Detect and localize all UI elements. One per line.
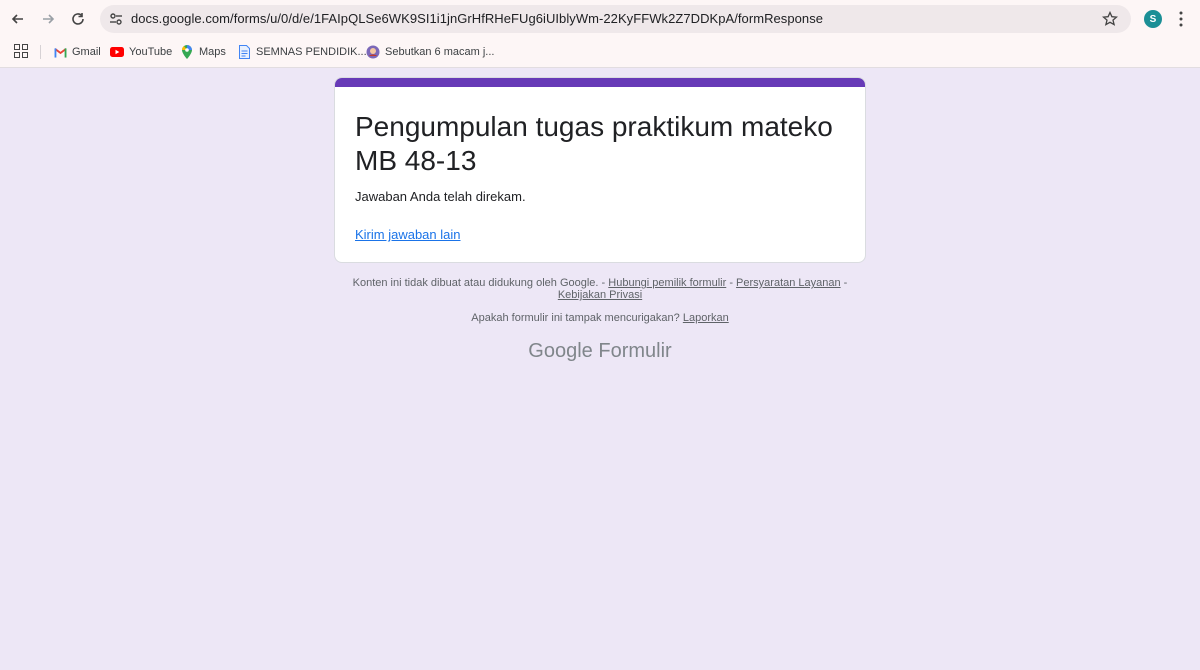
report-link[interactable]: Laporkan — [683, 312, 729, 324]
report-line: Apakah formulir ini tampak mencurigakan?… — [334, 312, 866, 324]
bookmark-semnas[interactable]: SEMNAS PENDIDIK... — [237, 42, 367, 62]
contact-owner-link[interactable]: Hubungi pemilik formulir — [608, 277, 726, 289]
reload-icon — [72, 13, 84, 25]
form-card: Pengumpulan tugas praktikum mateko MB 48… — [334, 77, 866, 263]
maps-icon — [180, 45, 194, 59]
bookmark-label: Gmail — [72, 46, 101, 58]
back-button[interactable] — [6, 7, 30, 31]
url-text[interactable]: docs.google.com/forms/u/0/d/e/1FAIpQLSe6… — [131, 11, 823, 26]
back-arrow-icon — [11, 14, 23, 24]
form-title: Pengumpulan tugas praktikum mateko MB 48… — [355, 111, 833, 176]
disclaimer-text: Konten ini tidak dibuat atau didukung ol… — [352, 277, 599, 289]
bookmark-label: Sebutkan 6 macam j... — [385, 46, 495, 58]
youtube-icon — [110, 45, 124, 59]
bookmark-label: YouTube — [129, 46, 173, 58]
brand-forms: Formulir — [598, 340, 672, 362]
privacy-link[interactable]: Kebijakan Privasi — [558, 289, 642, 301]
brand-google: Google — [528, 340, 593, 362]
form-accent-bar — [335, 78, 865, 87]
suspicious-question: Apakah formulir ini tampak mencurigakan? — [471, 312, 680, 324]
bookmark-label: Maps — [199, 46, 226, 58]
bookmark-sebutkan[interactable]: Sebutkan 6 macam j... — [366, 42, 494, 62]
forward-arrow-icon — [43, 14, 55, 24]
forward-button[interactable] — [36, 7, 60, 31]
doc-icon — [237, 45, 251, 59]
bookmark-youtube[interactable]: YouTube — [110, 42, 172, 62]
confirmation-message: Jawaban Anda telah direkam. — [355, 189, 526, 204]
site-info-icon[interactable] — [108, 11, 124, 27]
bookmarks-separator — [40, 45, 41, 59]
submit-another-link[interactable]: Kirim jawaban lain — [355, 227, 461, 242]
bookmarks-bar: Gmail YouTube Maps SEMNAS PENDIDIK... Se… — [0, 38, 1200, 68]
site-icon — [366, 45, 380, 59]
address-bar[interactable]: docs.google.com/forms/u/0/d/e/1FAIpQLSe6… — [100, 5, 1131, 33]
bookmark-gmail[interactable]: Gmail — [53, 42, 101, 62]
form-footer: Konten ini tidak dibuat atau didukung ol… — [352, 277, 848, 301]
google-forms-logo[interactable]: Google Formulir — [334, 340, 866, 363]
bookmark-maps[interactable]: Maps — [180, 42, 226, 62]
browser-toolbar: docs.google.com/forms/u/0/d/e/1FAIpQLSe6… — [0, 0, 1200, 38]
reload-button[interactable] — [66, 7, 90, 31]
bookmark-star-icon[interactable] — [1102, 11, 1118, 27]
bookmark-label: SEMNAS PENDIDIK... — [256, 46, 367, 58]
terms-link[interactable]: Persyaratan Layanan — [736, 277, 841, 289]
gmail-icon — [53, 45, 67, 59]
profile-avatar[interactable]: S — [1144, 10, 1162, 28]
more-menu-icon[interactable] — [1178, 11, 1184, 27]
apps-grid-icon[interactable] — [14, 44, 28, 58]
